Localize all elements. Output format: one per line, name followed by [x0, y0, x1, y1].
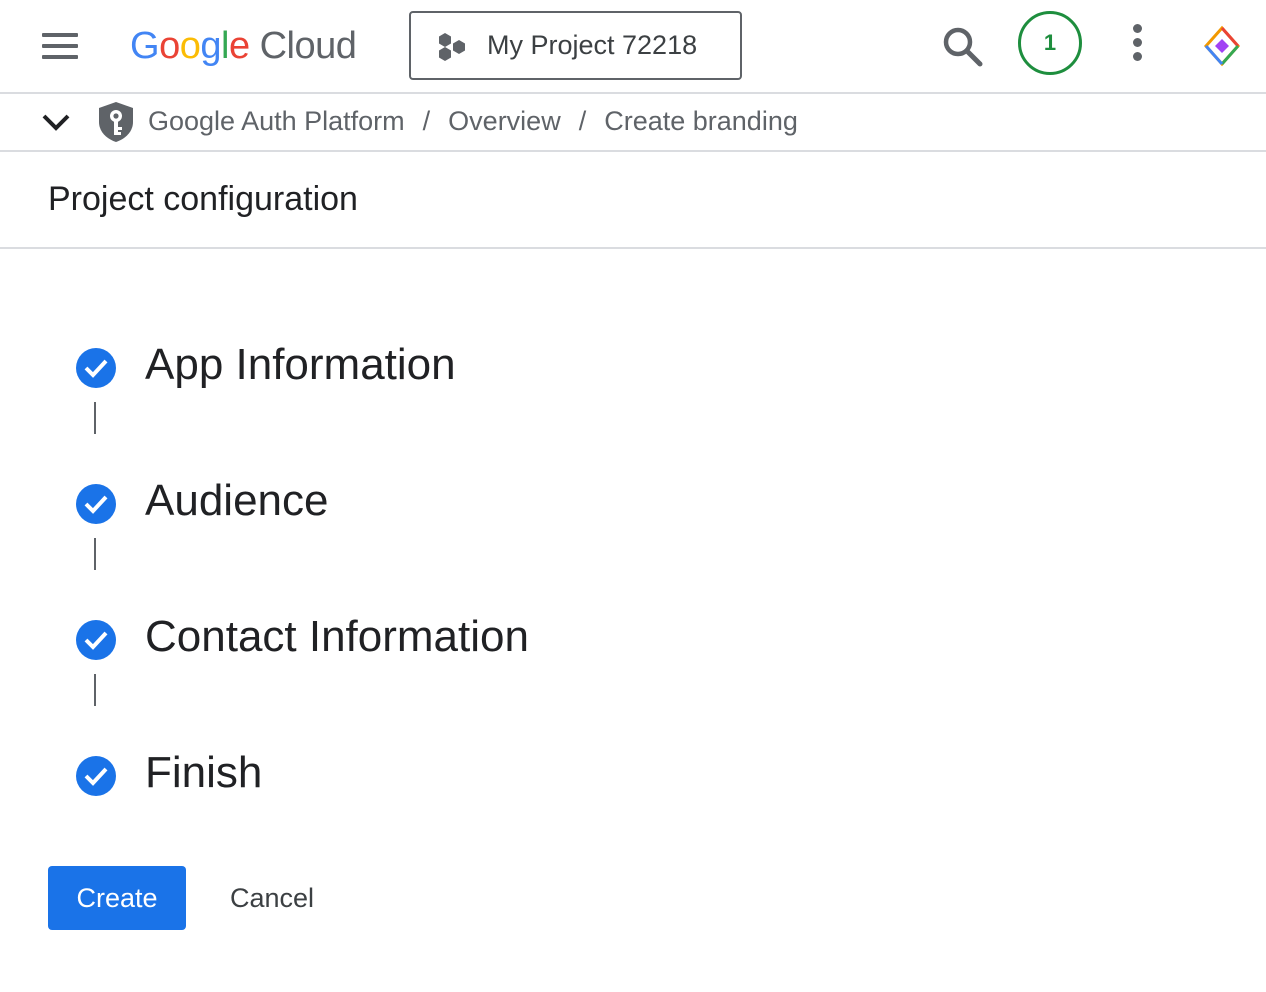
- shield-key-icon: [99, 102, 133, 142]
- logo-letter: l: [220, 24, 229, 67]
- breadcrumb-item-overview[interactable]: Overview: [448, 106, 561, 137]
- logo-letter: e: [228, 24, 250, 67]
- logo-product-name: Cloud: [259, 24, 357, 67]
- project-hexagons-icon: [439, 33, 465, 61]
- search-icon[interactable]: [938, 22, 986, 70]
- check-circle-icon: [76, 756, 116, 796]
- breadcrumb-item-create-branding: Create branding: [604, 106, 798, 136]
- breadcrumb-bar: Google Auth Platform / Overview / Create…: [0, 94, 1266, 152]
- create-button[interactable]: Create: [48, 866, 186, 930]
- logo-letter: g: [200, 24, 221, 67]
- check-circle-icon: [76, 348, 116, 388]
- notifications-button[interactable]: 1: [1018, 11, 1082, 75]
- step-connector: [94, 674, 96, 706]
- check-circle-icon: [76, 484, 116, 524]
- step-app-information[interactable]: App Information: [76, 336, 776, 400]
- top-app-bar: Google Cloud My Project 72218 1: [0, 0, 1266, 94]
- breadcrumb-separator: /: [422, 106, 431, 136]
- step-label: Contact Information: [145, 612, 529, 661]
- logo-letter: o: [179, 24, 201, 67]
- step-connector: [94, 402, 96, 434]
- page-title: Project configuration: [48, 180, 358, 218]
- step-connector: [94, 538, 96, 570]
- logo-letter: G: [130, 24, 160, 67]
- step-label: Audience: [145, 476, 329, 525]
- google-cloud-logo[interactable]: Google Cloud: [130, 20, 357, 72]
- step-label: App Information: [145, 340, 456, 389]
- breadcrumb-separator: /: [578, 106, 587, 136]
- step-contact-information[interactable]: Contact Information: [76, 608, 776, 672]
- page-header: Project configuration: [0, 152, 1266, 249]
- breadcrumb: Google Auth Platform / Overview / Create…: [148, 106, 798, 137]
- step-audience[interactable]: Audience: [76, 472, 776, 536]
- more-options-icon[interactable]: [1120, 22, 1156, 66]
- cancel-button[interactable]: Cancel: [206, 866, 338, 930]
- chevron-down-icon[interactable]: [38, 104, 74, 140]
- logo-letter: o: [159, 24, 180, 67]
- project-name: My Project 72218: [487, 30, 698, 60]
- notification-count: 1: [1043, 30, 1057, 55]
- breadcrumb-item-auth-platform[interactable]: Google Auth Platform: [148, 106, 405, 137]
- main-menu-icon[interactable]: [38, 28, 82, 64]
- gemini-icon[interactable]: [1200, 24, 1244, 68]
- step-finish[interactable]: Finish: [76, 744, 776, 808]
- check-circle-icon: [76, 620, 116, 660]
- step-label: Finish: [145, 748, 263, 797]
- project-picker-button[interactable]: My Project 72218: [409, 11, 742, 80]
